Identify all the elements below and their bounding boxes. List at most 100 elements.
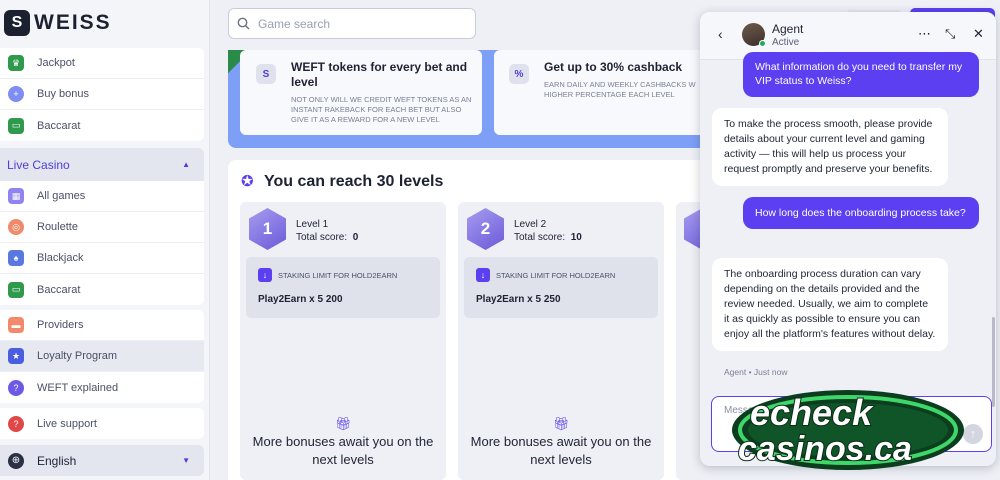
language-selector[interactable]: ⊕ English ▼ bbox=[0, 445, 204, 476]
sidebar: S WEISS ♛ Jackpot + Buy bonus ▭ Baccarat… bbox=[0, 0, 210, 480]
logo-badge: S bbox=[4, 10, 30, 36]
staking-value: Play2Earn x 5 200 bbox=[258, 294, 343, 305]
agent-status: Active bbox=[772, 37, 800, 48]
sidebar-item-label: Loyalty Program bbox=[37, 350, 118, 362]
staking-value: Play2Earn x 5 250 bbox=[476, 294, 561, 305]
jackpot-icon: ♛ bbox=[8, 55, 24, 71]
send-arrow-icon: ↑ bbox=[970, 428, 976, 440]
more-bonuses-text: More bonuses await you on the next level… bbox=[252, 434, 434, 467]
close-icon[interactable]: ✕ bbox=[973, 26, 984, 42]
language-label: English bbox=[37, 453, 77, 468]
levels-panel: ✪ You can reach 30 levels 1 Level 1 Tota… bbox=[228, 160, 721, 480]
gift-icon: 🎁︎ bbox=[553, 416, 570, 431]
buy-bonus-icon: + bbox=[8, 86, 24, 102]
promo-card-weft: S WEFT tokens for every bet and level No… bbox=[240, 50, 482, 135]
score-label: Total score: bbox=[296, 232, 348, 243]
levels-title: You can reach 30 levels bbox=[264, 173, 444, 190]
svg-text:casinos.ca: casinos.ca bbox=[738, 430, 912, 468]
online-status-dot bbox=[759, 40, 766, 47]
gift-icon: 🎁︎ bbox=[335, 416, 352, 431]
all-games-icon: ▦ bbox=[8, 188, 24, 204]
sidebar-item-live-support[interactable]: ? Live support bbox=[0, 408, 204, 439]
sidebar-top-group: ♛ Jackpot + Buy bonus ▭ Baccarat bbox=[0, 48, 204, 141]
back-arrow-icon[interactable]: ‹ bbox=[718, 26, 723, 42]
svg-text:echeck: echeck bbox=[750, 392, 874, 433]
sidebar-item-loyalty-program[interactable]: ★ Loyalty Program bbox=[0, 341, 204, 372]
staking-label: Staking limit for Hold2Earn bbox=[278, 271, 398, 280]
globe-icon: ⊕ bbox=[8, 452, 24, 469]
chat-scrollbar[interactable] bbox=[992, 317, 995, 407]
echeck-casinos-watermark-logo: echeck casinos.ca bbox=[732, 390, 964, 470]
level-card-1: 1 Level 1 Total score: 0 ↓ Staking limit… bbox=[240, 202, 446, 480]
providers-icon: ▬ bbox=[8, 317, 24, 333]
sidebar-info-group: ▬ Providers ★ Loyalty Program ? WEFT exp… bbox=[0, 310, 204, 403]
staking-box: ↓ Staking limit for Hold2Earn Play2Earn … bbox=[464, 257, 658, 318]
level-score: Total score: 0 bbox=[296, 232, 358, 243]
sidebar-item-label: Roulette bbox=[37, 221, 78, 233]
sidebar-item-providers[interactable]: ▬ Providers bbox=[0, 310, 204, 341]
sidebar-item-label: Live support bbox=[37, 417, 97, 430]
more-options-icon[interactable]: ⋯ bbox=[918, 26, 931, 42]
search-input[interactable] bbox=[258, 16, 458, 31]
sidebar-support-group: ? Live support bbox=[0, 408, 204, 439]
chevron-down-icon: ▼ bbox=[182, 456, 190, 465]
sidebar-item-buy-bonus[interactable]: + Buy bonus bbox=[0, 79, 204, 110]
more-bonuses-text: More bonuses await you on the next level… bbox=[470, 434, 652, 467]
promo-card-title: WEFT tokens for every bet and level bbox=[291, 60, 468, 89]
sidebar-item-label: Providers bbox=[37, 319, 84, 331]
level-badge-icon: 1 bbox=[249, 208, 286, 250]
level-name: Level 2 bbox=[514, 219, 547, 230]
minimize-icon[interactable]: ⤡ bbox=[945, 26, 955, 42]
roulette-icon: ◎ bbox=[8, 219, 24, 235]
level-score: Total score: 10 bbox=[514, 232, 582, 243]
chat-message-agent: To make the process smooth, please provi… bbox=[712, 108, 948, 186]
message-meta: Agent • Just now bbox=[724, 367, 788, 377]
download-icon: ↓ bbox=[258, 268, 272, 282]
sidebar-live-group: ▦ All games ◎ Roulette ♠ Blackjack ▭ Bac… bbox=[0, 181, 204, 305]
help-icon: ? bbox=[8, 379, 24, 396]
sidebar-item-blackjack[interactable]: ♠ Blackjack bbox=[0, 243, 204, 274]
chat-message-user: What information do you need to transfer… bbox=[743, 52, 979, 97]
sidebar-item-label: Buy bonus bbox=[37, 88, 89, 100]
award-icon: ✪ bbox=[241, 173, 254, 190]
staking-box: ↓ Staking limit for Hold2Earn Play2Earn … bbox=[246, 257, 440, 318]
support-icon: ? bbox=[8, 415, 24, 432]
promo-card-desc: Not only will we credit WEFT tokens as a… bbox=[291, 95, 472, 124]
sidebar-item-baccarat[interactable]: ▭ Baccarat bbox=[0, 110, 204, 141]
score-value: 0 bbox=[352, 232, 359, 243]
sidebar-item-all-games[interactable]: ▦ All games bbox=[0, 181, 204, 212]
logo-text: WEISS bbox=[34, 11, 112, 34]
sidebar-item-label: All games bbox=[37, 190, 86, 202]
sidebar-item-baccarat-live[interactable]: ▭ Baccarat bbox=[0, 274, 204, 305]
percent-icon: % bbox=[509, 64, 529, 84]
level-badge-icon: 2 bbox=[467, 208, 504, 250]
promo-band: S WEFT tokens for every bet and level No… bbox=[228, 50, 748, 148]
sidebar-item-label: WEFT explained bbox=[37, 381, 119, 394]
level-card-2: 2 Level 2 Total score: 10 ↓ Staking limi… bbox=[458, 202, 664, 480]
live-casino-toggle[interactable]: Live Casino ▲ bbox=[0, 148, 204, 181]
score-label: Total score: bbox=[514, 232, 566, 243]
chat-message-agent: The onboarding process duration can vary… bbox=[712, 258, 948, 351]
score-value: 10 bbox=[570, 232, 582, 243]
search-box[interactable] bbox=[228, 8, 476, 39]
sidebar-item-jackpot[interactable]: ♛ Jackpot bbox=[0, 48, 204, 79]
sidebar-item-label: Baccarat bbox=[37, 119, 81, 132]
chevron-up-icon: ▲ bbox=[182, 160, 190, 169]
baccarat-icon: ▭ bbox=[8, 117, 24, 134]
search-icon bbox=[237, 17, 250, 30]
logo[interactable]: S WEISS bbox=[4, 10, 112, 36]
sidebar-item-label: Baccarat bbox=[37, 283, 81, 296]
weft-token-icon: S bbox=[256, 64, 276, 84]
sidebar-item-roulette[interactable]: ◎ Roulette bbox=[0, 212, 204, 243]
level-name: Level 1 bbox=[296, 219, 329, 230]
sidebar-item-label: Jackpot bbox=[37, 57, 75, 69]
agent-name: Agent bbox=[772, 22, 804, 36]
loyalty-icon: ★ bbox=[8, 348, 24, 364]
sidebar-item-weft-explained[interactable]: ? WEFT explained bbox=[0, 372, 204, 403]
chat-message-user: How long does the onboarding process tak… bbox=[743, 197, 979, 229]
live-casino-label: Live Casino bbox=[7, 157, 70, 172]
baccarat-icon: ▭ bbox=[8, 281, 24, 298]
staking-label: Staking limit for Hold2Earn bbox=[496, 271, 616, 280]
download-icon: ↓ bbox=[476, 268, 490, 282]
sidebar-item-label: Blackjack bbox=[37, 252, 84, 264]
